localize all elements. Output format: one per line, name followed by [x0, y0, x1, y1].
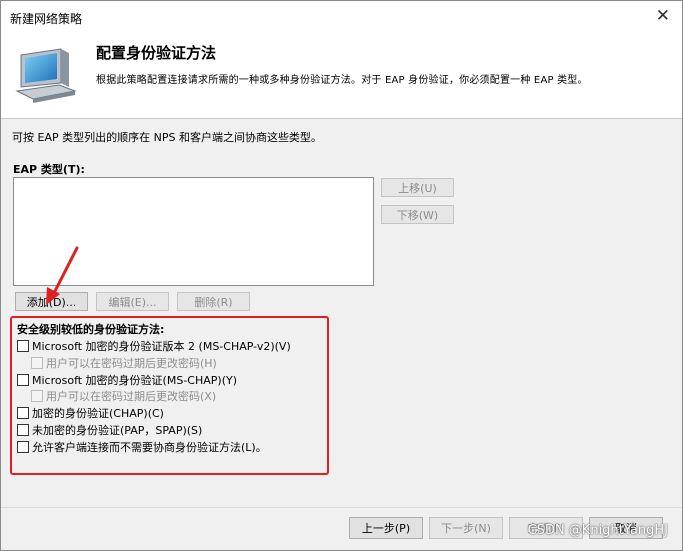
mschap-change-password-label: 用户可以在密码过期后更改密码(X): [46, 390, 217, 403]
chap-checkbox[interactable]: [17, 407, 29, 419]
title-bar: 新建网络策略 ✕: [1, 1, 682, 31]
mschap-option[interactable]: Microsoft 加密的身份验证(MS-CHAP)(Y): [17, 372, 237, 388]
move-up-button[interactable]: 上移(U): [381, 178, 454, 197]
no-negotiation-checkbox[interactable]: [17, 441, 29, 453]
mschap-checkbox[interactable]: [17, 374, 29, 386]
mschapv2-change-password-checkbox[interactable]: [31, 357, 43, 369]
remove-eap-button[interactable]: 删除(R): [177, 292, 250, 311]
watermark: CSDN @KnightYangHJ: [527, 523, 668, 538]
window-title: 新建网络策略: [10, 12, 83, 26]
no-negotiation-option[interactable]: 允许客户端连接而不需要协商身份验证方法(L)。: [17, 439, 267, 455]
no-negotiation-label: 允许客户端连接而不需要协商身份验证方法(L)。: [32, 441, 267, 454]
page-description: 根据此策略配置连接请求所需的一种或多种身份验证方法。对于 EAP 身份验证，你必…: [96, 75, 588, 86]
annotation-arrow-icon: [46, 246, 79, 305]
new-network-policy-dialog: 新建网络策略 ✕ 配置身份验证方法 根据此策略配置连接请求所需的一种或多种身份验…: [0, 0, 683, 551]
wizard-header: 配置身份验证方法 根据此策略配置连接请求所需的一种或多种身份验证方法。对于 EA…: [1, 31, 682, 119]
page-title: 配置身份验证方法: [96, 44, 217, 62]
move-down-button[interactable]: 下移(W): [381, 205, 454, 224]
mschapv2-checkbox[interactable]: [17, 340, 29, 352]
pap-spap-option[interactable]: 未加密的身份验证(PAP，SPAP)(S): [17, 422, 202, 438]
pap-spap-label: 未加密的身份验证(PAP，SPAP)(S): [32, 424, 203, 437]
pap-spap-checkbox[interactable]: [17, 424, 29, 436]
chap-label: 加密的身份验证(CHAP)(C): [32, 407, 164, 420]
next-button[interactable]: 下一步(N): [429, 517, 503, 539]
edit-eap-button[interactable]: 编辑(E)...: [96, 292, 169, 311]
mschap-change-password-checkbox[interactable]: [31, 390, 43, 402]
less-secure-methods-title: 安全级别较低的身份验证方法:: [17, 323, 165, 336]
mschapv2-label: Microsoft 加密的身份验证版本 2 (MS-CHAP-v2)(V): [32, 340, 291, 353]
previous-button[interactable]: 上一步(P): [349, 517, 423, 539]
footer-divider: [1, 507, 682, 508]
eap-types-label: EAP 类型(T):: [13, 163, 85, 176]
chap-option[interactable]: 加密的身份验证(CHAP)(C): [17, 405, 164, 421]
mschap-change-password-option[interactable]: 用户可以在密码过期后更改密码(X): [31, 388, 216, 404]
intro-text: 可按 EAP 类型列出的顺序在 NPS 和客户端之间协商这些类型。: [12, 131, 322, 144]
mschapv2-change-password-option[interactable]: 用户可以在密码过期后更改密码(H): [31, 355, 217, 371]
computer-monitor-icon: [15, 48, 77, 103]
mschapv2-change-password-label: 用户可以在密码过期后更改密码(H): [46, 357, 217, 370]
close-icon[interactable]: ✕: [656, 6, 670, 26]
mschapv2-option[interactable]: Microsoft 加密的身份验证版本 2 (MS-CHAP-v2)(V): [17, 338, 291, 354]
mschap-label: Microsoft 加密的身份验证(MS-CHAP)(Y): [32, 374, 237, 387]
